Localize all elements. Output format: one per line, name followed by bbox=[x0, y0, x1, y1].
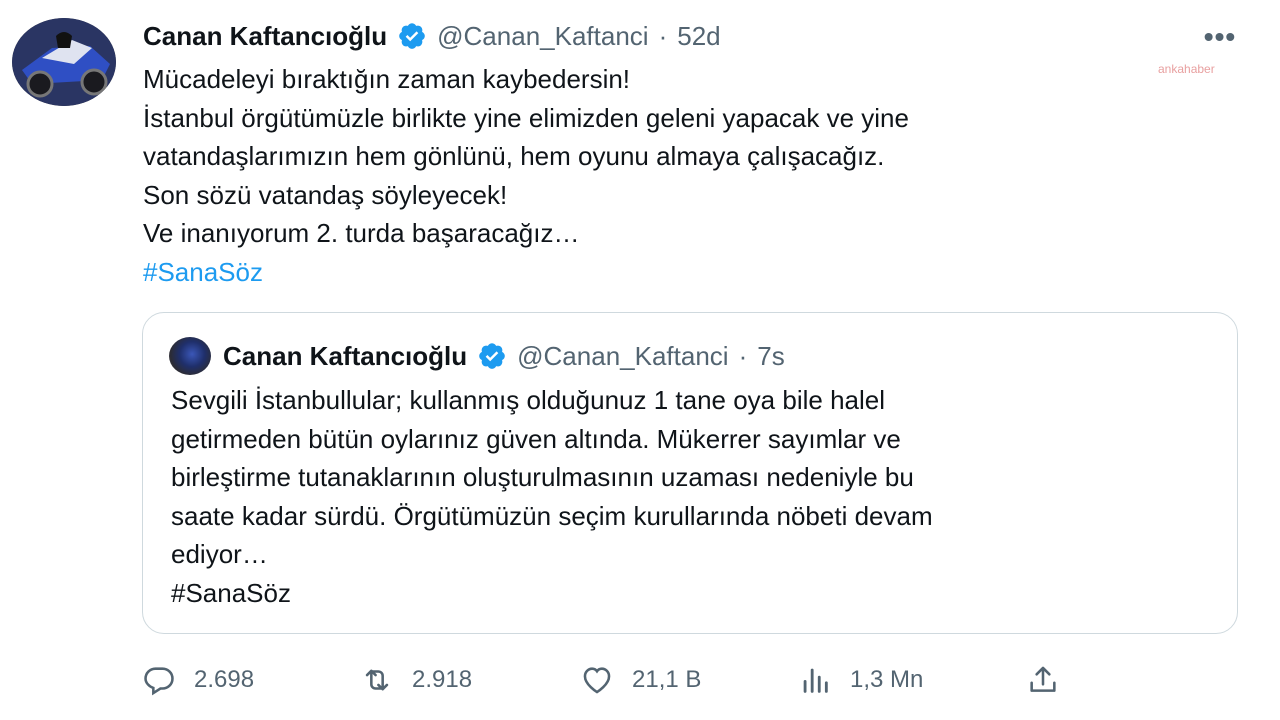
quoted-hashtag[interactable]: #SanaSöz bbox=[171, 574, 1221, 613]
quoted-tweet-card[interactable]: Canan Kaftancıoğlu @Canan_Kaftanci · 7s … bbox=[142, 312, 1238, 634]
author-handle[interactable]: @Canan_Kaftanci bbox=[437, 21, 648, 52]
quoted-tweet-timestamp[interactable]: 7s bbox=[757, 341, 784, 372]
quoted-author-name[interactable]: Canan Kaftancıoğlu bbox=[223, 341, 467, 372]
quoted-tweet-body: Sevgili İstanbullular; kullanmış olduğun… bbox=[171, 381, 1221, 612]
separator-dot: · bbox=[658, 20, 668, 51]
views-count: 1,3 Mn bbox=[850, 666, 924, 693]
quoted-text-line: birleştirme tutanaklarının oluşturulması… bbox=[171, 462, 914, 492]
tweet-actions-bar: 2.698 2.918 21,1 B 1,3 Mn bbox=[142, 658, 1072, 702]
hashtag-link[interactable]: #SanaSöz bbox=[143, 253, 1143, 292]
retweet-button[interactable]: 2.918 bbox=[360, 658, 472, 702]
verified-badge-icon bbox=[479, 343, 505, 369]
quoted-text-line: ediyor… bbox=[171, 539, 268, 569]
tweet-text-line: İstanbul örgütümüzle birlikte yine elimi… bbox=[143, 102, 909, 133]
reply-count: 2.698 bbox=[194, 666, 255, 693]
watermark: ankahaber bbox=[1158, 62, 1215, 76]
tweet-body: Mücadeleyi bıraktığın zaman kaybedersin!… bbox=[143, 60, 1143, 291]
tweet-text-line: vatandaşlarımızın hem gönlünü, hem oyunu… bbox=[143, 141, 885, 171]
reply-icon bbox=[144, 667, 174, 696]
separator-dot: · bbox=[738, 340, 748, 371]
retweet-count: 2.918 bbox=[412, 666, 473, 693]
like-count: 21,1 B bbox=[632, 666, 702, 693]
quoted-author-avatar[interactable] bbox=[169, 337, 211, 375]
tweet-timestamp[interactable]: 52d bbox=[677, 21, 720, 52]
share-button[interactable] bbox=[1026, 658, 1060, 702]
tweet-text-line: Mücadeleyi bıraktığın zaman kaybedersin! bbox=[143, 64, 631, 94]
tweet-text-line: Son sözü vatandaş söyleyecek! bbox=[143, 179, 508, 210]
quoted-text-line: saate kadar sürdü. Örgütümüzün seçim kur… bbox=[171, 500, 933, 531]
share-icon bbox=[1030, 666, 1056, 692]
quoted-text-line: getirmeden bütün oylarınız güven altında… bbox=[171, 423, 901, 454]
more-options-button[interactable]: ••• bbox=[1200, 21, 1240, 52]
quoted-text-line: Sevgili İstanbullular; kullanmış olduğun… bbox=[171, 385, 885, 415]
tweet-header: Canan Kaftancıoğlu @Canan_Kaftanci · 52d bbox=[143, 18, 721, 54]
author-name[interactable]: Canan Kaftancıoğlu bbox=[143, 21, 387, 52]
author-avatar[interactable] bbox=[12, 18, 116, 106]
reply-button[interactable]: 2.698 bbox=[142, 658, 254, 702]
avatar-image bbox=[12, 18, 116, 106]
views-icon bbox=[803, 668, 828, 693]
tweet-text-line: Ve inanıyorum 2. turda başaracağız… bbox=[143, 218, 580, 248]
retweet-icon bbox=[365, 669, 389, 691]
like-button[interactable]: 21,1 B bbox=[580, 658, 701, 702]
quoted-tweet-header: Canan Kaftancıoğlu @Canan_Kaftanci · 7s bbox=[223, 337, 785, 375]
quoted-author-handle[interactable]: @Canan_Kaftanci bbox=[517, 341, 728, 372]
views-button[interactable]: 1,3 Mn bbox=[798, 658, 923, 702]
verified-badge-icon bbox=[399, 23, 425, 49]
heart-icon bbox=[583, 667, 611, 694]
